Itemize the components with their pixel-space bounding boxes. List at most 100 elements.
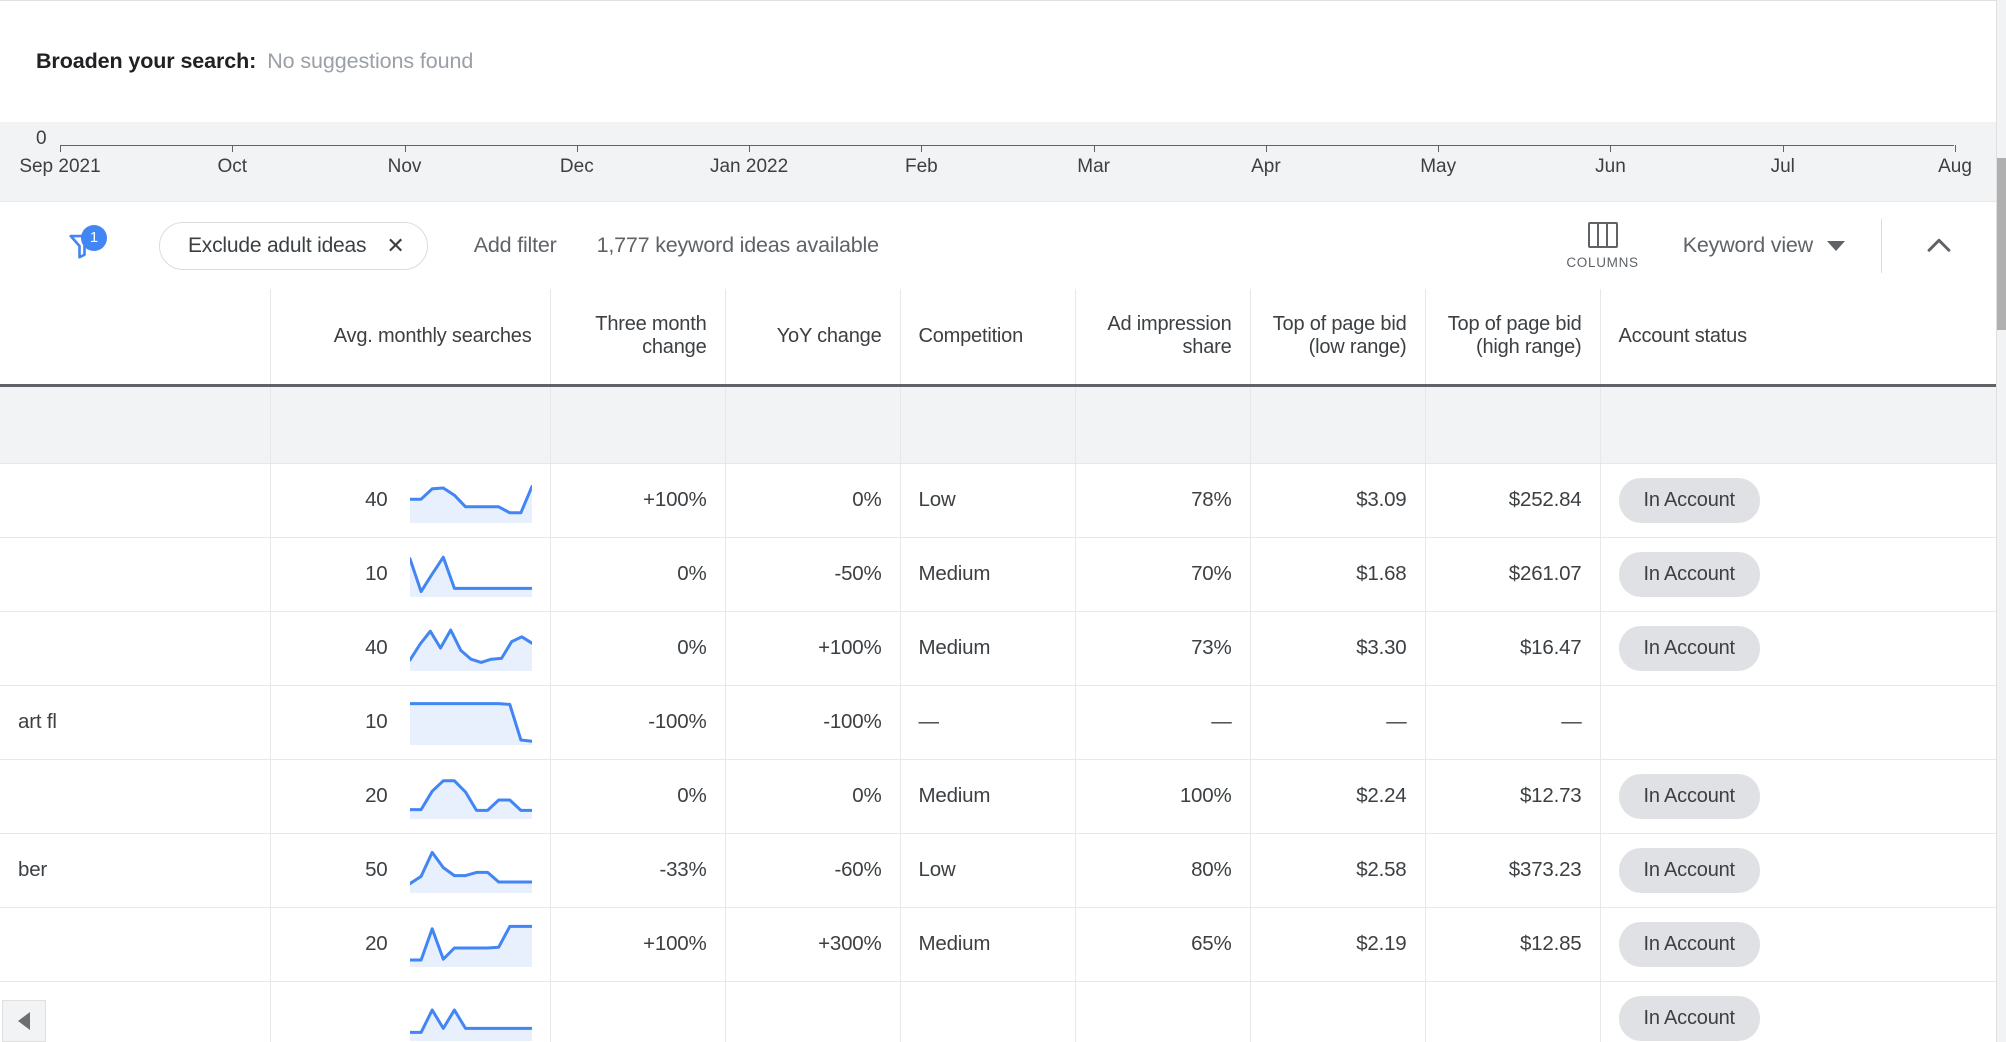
columns-label: COLUMNS [1566, 254, 1639, 270]
axis-tick [576, 145, 578, 152]
table-header: Avg. monthly searches Three month change… [0, 289, 1996, 385]
axis-tick [921, 145, 923, 152]
cell-account-status: In Account [1600, 833, 1996, 908]
cell-three-month-change: +100% [550, 463, 726, 538]
cell-yoy-change [725, 981, 901, 1042]
status-badge[interactable]: In Account [1618, 477, 1760, 523]
summary-cell [725, 385, 901, 464]
columns-button[interactable]: COLUMNS [1566, 221, 1639, 270]
sparkline-chart [409, 625, 532, 671]
axis-tick [232, 145, 234, 152]
cell-avg-monthly-searches: 10 [270, 685, 551, 760]
filter-chip-exclude-adult-ideas[interactable]: Exclude adult ideas ✕ [159, 221, 428, 270]
column-header-keyword[interactable] [0, 289, 271, 385]
column-header-top-of-page-bid-low[interactable]: Top of page bid (low range) [1250, 289, 1426, 385]
view-selector[interactable]: Keyword view [1683, 233, 1845, 258]
table-row[interactable]: 40 0% +100% Medium 73% $3.30 $16.47 In Account [0, 611, 1996, 686]
axis-tick-label: Mar [1077, 156, 1110, 177]
cell-account-status: In Account [1600, 907, 1996, 982]
axis-tick-label: Nov [387, 156, 422, 177]
column-header-three-month-change[interactable]: Three month change [550, 289, 726, 385]
chevron-left-icon [18, 1012, 30, 1030]
axis-zero-label: 0 [36, 128, 47, 149]
avg-monthly-searches-value: 20 [365, 784, 388, 807]
cell-competition: Medium [900, 611, 1076, 686]
table-row[interactable]: In Account [0, 981, 1996, 1042]
table-row[interactable]: 40 +100% 0% Low 78% $3.09 $252.84 In Account [0, 463, 1996, 538]
vertical-scrollbar-track[interactable] [1997, 0, 2006, 1042]
column-header-competition[interactable]: Competition [900, 289, 1076, 385]
cell-account-status: In Account [1600, 611, 1996, 686]
cell-keyword [0, 907, 271, 982]
cell-keyword: art fl [0, 685, 271, 760]
cell-account-status: In Account [1600, 463, 1996, 538]
axis-tick [60, 145, 61, 152]
axis-tick-label: May [1420, 156, 1457, 177]
axis-tick-label: Apr [1251, 156, 1281, 177]
results-toolbar: 1 Exclude adult ideas ✕ Add filter 1,777… [0, 201, 1997, 289]
columns-icon [1587, 221, 1618, 248]
axis-tick-label: Feb [904, 156, 938, 177]
table-row[interactable]: 20 +100% +300% Medium 65% $2.19 $12.85 In Accou… [0, 907, 1996, 982]
cell-ad-impression-share: 65% [1075, 907, 1251, 982]
column-header-ad-impression-share[interactable]: Ad impression share [1075, 289, 1251, 385]
cell-avg-monthly-searches: 50 [270, 833, 551, 908]
cell-avg-monthly-searches: 40 [270, 611, 551, 686]
table-row[interactable]: ber 50 -33% -60% Low 80% $2.58 $373.23 In Accoun… [0, 833, 1996, 908]
axis-tick-label: Aug [1938, 156, 1972, 177]
summary-cell [1425, 385, 1601, 464]
column-header-yoy-change[interactable]: YoY change [725, 289, 901, 385]
cell-bid-low: — [1250, 685, 1426, 760]
cell-bid-low: $3.09 [1250, 463, 1426, 538]
cell-bid-high: $373.23 [1425, 833, 1601, 908]
column-header-top-of-page-bid-high[interactable]: Top of page bid (high range) [1425, 289, 1601, 385]
axis-tick-label: Jan 2022 [709, 156, 789, 177]
close-icon[interactable]: ✕ [386, 234, 404, 257]
summary-cell [1600, 385, 1996, 464]
axis-tick [749, 145, 751, 152]
cell-avg-monthly-searches: 10 [270, 537, 551, 612]
cell-competition: — [900, 685, 1076, 760]
vertical-scrollbar-thumb[interactable] [1997, 158, 2006, 330]
summary-cell [0, 385, 271, 464]
broaden-row: Broaden your search: No suggestions foun… [0, 49, 473, 74]
chart-axis-ticks [60, 145, 1956, 152]
axis-tick [1610, 145, 1612, 152]
status-badge[interactable]: In Account [1618, 625, 1760, 671]
status-badge[interactable]: In Account [1618, 995, 1760, 1041]
table-body: 40 +100% 0% Low 78% $3.09 $252.84 In Account 10 0… [0, 385, 1996, 1042]
status-badge[interactable]: In Account [1618, 773, 1760, 819]
status-badge[interactable]: In Account [1618, 551, 1760, 597]
axis-tick [1438, 145, 1440, 152]
table-row[interactable]: 20 0% 0% Medium 100% $2.24 $12.73 In Account [0, 759, 1996, 834]
keyword-planner-page: Broaden your search: No suggestions foun… [0, 0, 2006, 1042]
view-selector-label: Keyword view [1682, 233, 1813, 257]
status-badge[interactable]: In Account [1618, 847, 1760, 893]
add-filter-button[interactable]: Add filter [474, 233, 557, 258]
cell-keyword [0, 759, 271, 834]
table-row[interactable]: 10 0% -50% Medium 70% $1.68 $261.07 In Account [0, 537, 1996, 612]
axis-tick [1782, 145, 1784, 152]
cell-keyword [0, 537, 271, 612]
keyword-ideas-table-container[interactable]: Avg. monthly searches Three month change… [0, 289, 1997, 1042]
filter-icon[interactable]: 1 [60, 224, 107, 268]
cell-competition: Medium [900, 907, 1076, 982]
chevron-up-icon[interactable] [1922, 229, 1956, 263]
cell-yoy-change: -60% [725, 833, 901, 908]
cell-account-status [1600, 685, 1996, 760]
cell-avg-monthly-searches: 40 [270, 463, 551, 538]
axis-tick-label: Dec [559, 156, 594, 177]
status-badge[interactable]: In Account [1618, 921, 1760, 967]
cell-bid-low: $1.68 [1250, 537, 1426, 612]
table-row[interactable]: art fl 10 -100% -100% — — — — [0, 685, 1996, 760]
sparkline-chart [409, 551, 532, 597]
cell-account-status: In Account [1600, 759, 1996, 834]
cell-bid-low: $2.24 [1250, 759, 1426, 834]
cell-bid-high: $12.85 [1425, 907, 1601, 982]
axis-tick [1265, 145, 1267, 152]
axis-tick [1955, 145, 1956, 152]
horizontal-scroll-left-arrow[interactable] [2, 1000, 46, 1042]
column-header-avg-monthly-searches[interactable]: Avg. monthly searches [270, 289, 551, 385]
column-header-account-status[interactable]: Account status [1600, 289, 1996, 385]
chart-axis-tick-labels: Sep 2021 Oct Nov Dec Jan 2022 Feb Mar Apr May Jun… [0, 156, 1996, 186]
